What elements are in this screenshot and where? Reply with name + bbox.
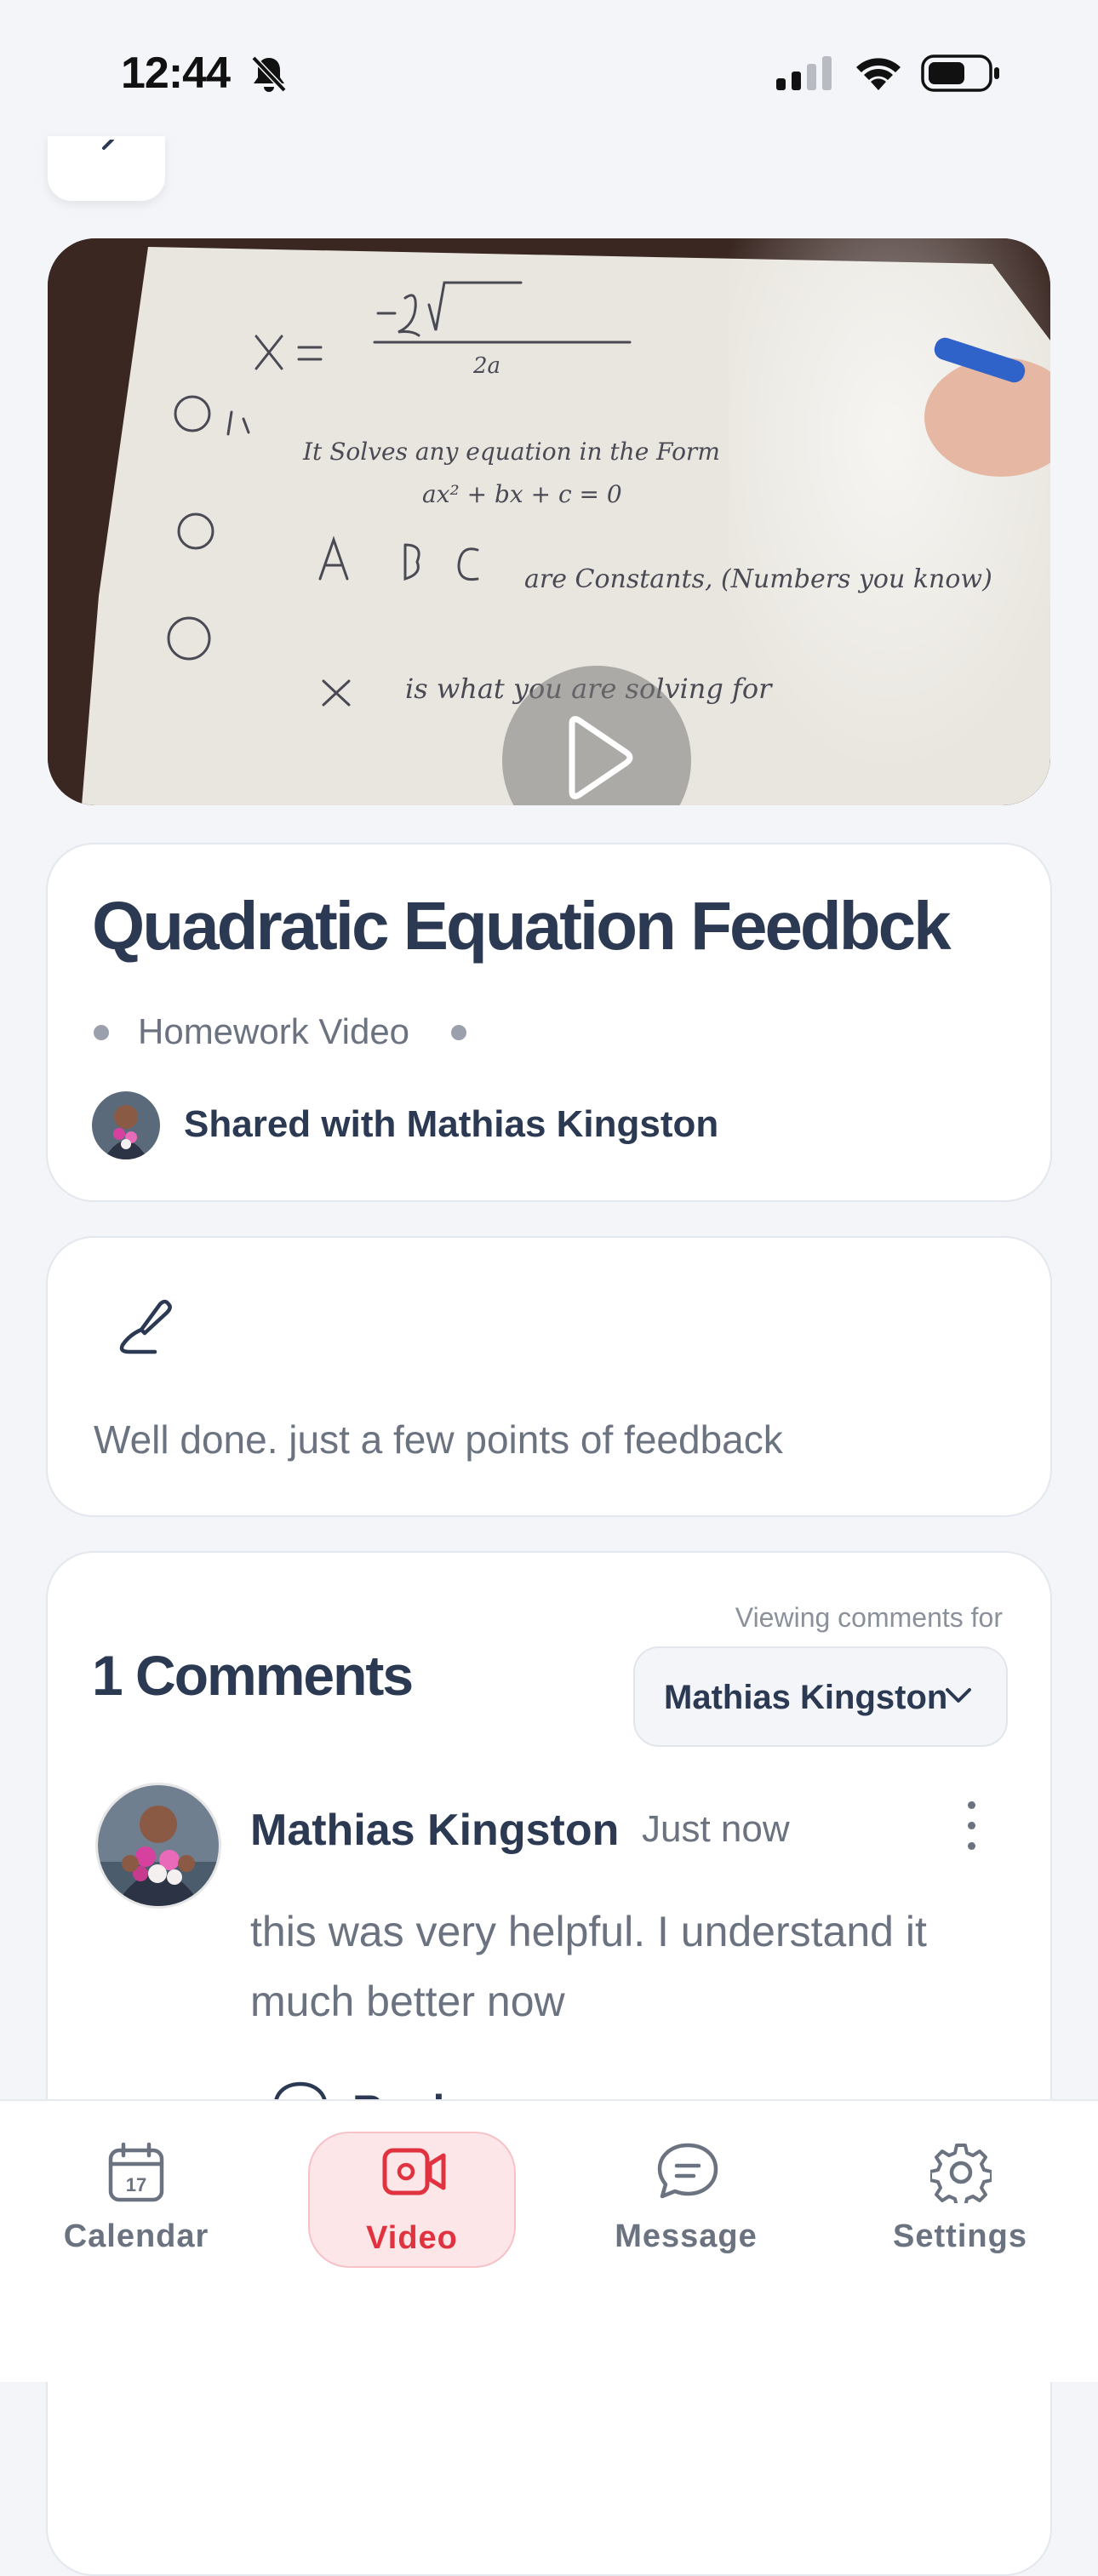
tab-message[interactable]: Message [584,2101,788,2254]
play-icon [569,716,633,799]
tab-label: Settings [893,2218,1027,2254]
chevron-left-icon [102,140,114,150]
bell-slash-icon [251,55,287,93]
tab-calendar[interactable]: 17 Calendar [34,2101,238,2254]
avatar [92,1091,160,1159]
feedback-note-card: Well done. just a few points of feedback [46,1236,1052,1517]
tab-video[interactable]: Video [308,2132,516,2268]
tab-label: Video [366,2220,458,2256]
gear-icon [930,2144,992,2203]
avatar [95,1783,221,1909]
bullet-dot [94,1025,109,1040]
comment-timestamp: Just now [642,1808,790,1850]
calendar-icon: 17 [108,2142,164,2202]
comment-text: this was very helpful. I understand it m… [250,1908,927,2025]
video-player[interactable]: It Solves any equation in the Form ax² +… [48,238,1050,805]
tab-settings[interactable]: Settings [858,2101,1062,2254]
chevron-down-icon [946,1688,971,1703]
tab-label: Message [615,2218,758,2254]
tab-bar: 17 Calendar Video Message Settings [0,2099,1098,2382]
page-title: Quadratic Equation Feedbck [92,888,952,964]
video-info-card: Quadratic Equation Feedbck Homework Vide… [46,843,1052,1202]
cellular-signal-icon [776,56,832,90]
tab-label: Calendar [63,2218,209,2254]
viewing-comments-dropdown[interactable]: Mathias Kingston [633,1646,1008,1747]
svg-text:ax² + bx + c = 0: ax² + bx + c = 0 [422,480,622,508]
shared-with-label: Shared with Mathias Kingston [184,1103,719,1145]
comment-more-button[interactable] [958,1796,984,1856]
message-icon [657,2143,718,2199]
svg-text:2a: 2a [472,353,500,379]
svg-text:17: 17 [126,2174,146,2195]
feedback-note-text: Well done. just a few points of feedback [94,1417,783,1462]
status-time: 12:44 [121,49,231,98]
comments-title: 1 Comments [92,1644,414,1707]
comment-author: Mathias Kingston [250,1806,620,1855]
bullet-dot [451,1025,466,1040]
pen-icon [119,1299,172,1354]
battery-icon [921,54,999,92]
wifi-icon [856,58,901,90]
comments-card: 1 Comments Viewing comments for Mathias … [46,1551,1052,2576]
status-bar: 12:44 [0,0,1098,145]
svg-text:It Solves any equation in: It Solves any equation in the Form [302,438,720,466]
back-button[interactable] [48,136,165,201]
svg-text:are Constants, (Numbers you k: are Constants, (Numbers you know) [524,564,992,594]
category-label: Homework Video [138,1011,410,1051]
video-icon [382,2148,446,2195]
dropdown-selected-value: Mathias Kingston [664,1679,948,1716]
viewing-comments-label: Viewing comments for [735,1602,1003,1633]
